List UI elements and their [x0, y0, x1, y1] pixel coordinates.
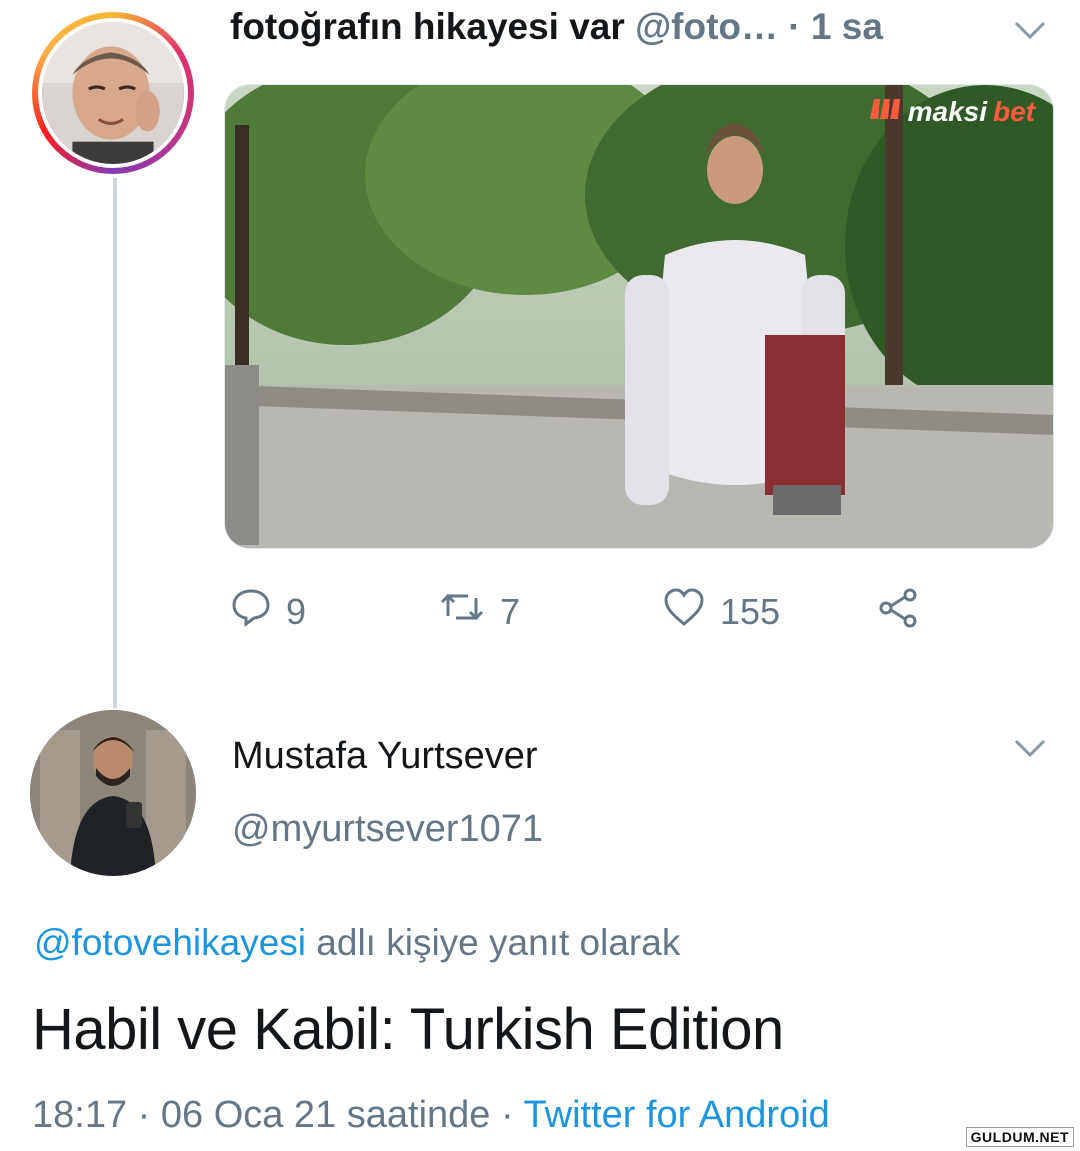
meta-separator: ·	[490, 1094, 524, 1136]
tweet2-avatar-image	[30, 710, 196, 876]
tweet1-header: fotoğrafın hikayesi var @foto… · 1 sa	[230, 6, 883, 48]
reply-button[interactable]: 9	[230, 586, 306, 637]
retweet-count: 7	[500, 590, 521, 632]
tweet1-action-bar: 9 7 155	[230, 586, 930, 636]
brand-logo-icon	[868, 95, 902, 128]
tweet1-display-name[interactable]: fotoğrafın hikayesi var	[230, 6, 625, 47]
tweet2-display-name[interactable]: Mustafa Yurtsever	[232, 735, 538, 778]
reply-mention-link[interactable]: @fotovehikayesi	[34, 922, 306, 963]
reply-context-text: adlı kişiye yanıt olarak	[306, 922, 681, 963]
reply-count: 9	[286, 590, 307, 632]
like-button[interactable]: 155	[662, 586, 780, 637]
tweet2-source-link[interactable]: Twitter for Android	[524, 1094, 830, 1136]
like-count: 155	[720, 590, 781, 632]
share-icon	[876, 586, 920, 639]
tweet1-timestamp[interactable]: 1 sa	[811, 6, 883, 47]
tweet2-text: Habil ve Kabil: Turkish Edition	[32, 997, 784, 1062]
reply-context: @fotovehikayesi adlı kişiye yanıt olarak	[34, 922, 680, 964]
thread-connector-line	[113, 178, 117, 708]
chevron-down-icon[interactable]	[1012, 736, 1048, 765]
tweet1-time-separator: ·	[788, 6, 801, 47]
retweet-button[interactable]: 7	[438, 586, 520, 637]
like-icon	[662, 586, 706, 637]
retweet-icon	[438, 586, 486, 637]
tweet2-handle[interactable]: @myurtsever1071	[232, 808, 543, 851]
brand-name-b: bet	[993, 95, 1035, 127]
photo-brand-watermark: maksi bet	[868, 95, 1035, 128]
tweet2-meta: 18:17 · 06 Oca 21 saatinde · Twitter for…	[32, 1094, 830, 1137]
tweet1-avatar[interactable]	[32, 12, 194, 174]
reply-icon	[230, 586, 272, 637]
brand-name-a: maksi	[907, 95, 987, 127]
share-button[interactable]	[876, 586, 920, 639]
tweet1-avatar-image	[42, 22, 184, 164]
tweet1-media-photo[interactable]: maksi bet	[224, 84, 1054, 549]
chevron-down-icon[interactable]	[1012, 18, 1048, 47]
tweet1-photo-image	[225, 85, 1053, 548]
tweet1-handle[interactable]: @foto…	[635, 6, 778, 47]
tweet2-avatar[interactable]	[30, 710, 196, 876]
site-watermark: GULDUM.NET	[965, 1127, 1074, 1147]
tweet2-timestamp[interactable]: 18:17 · 06 Oca 21 saatinde	[32, 1094, 490, 1136]
